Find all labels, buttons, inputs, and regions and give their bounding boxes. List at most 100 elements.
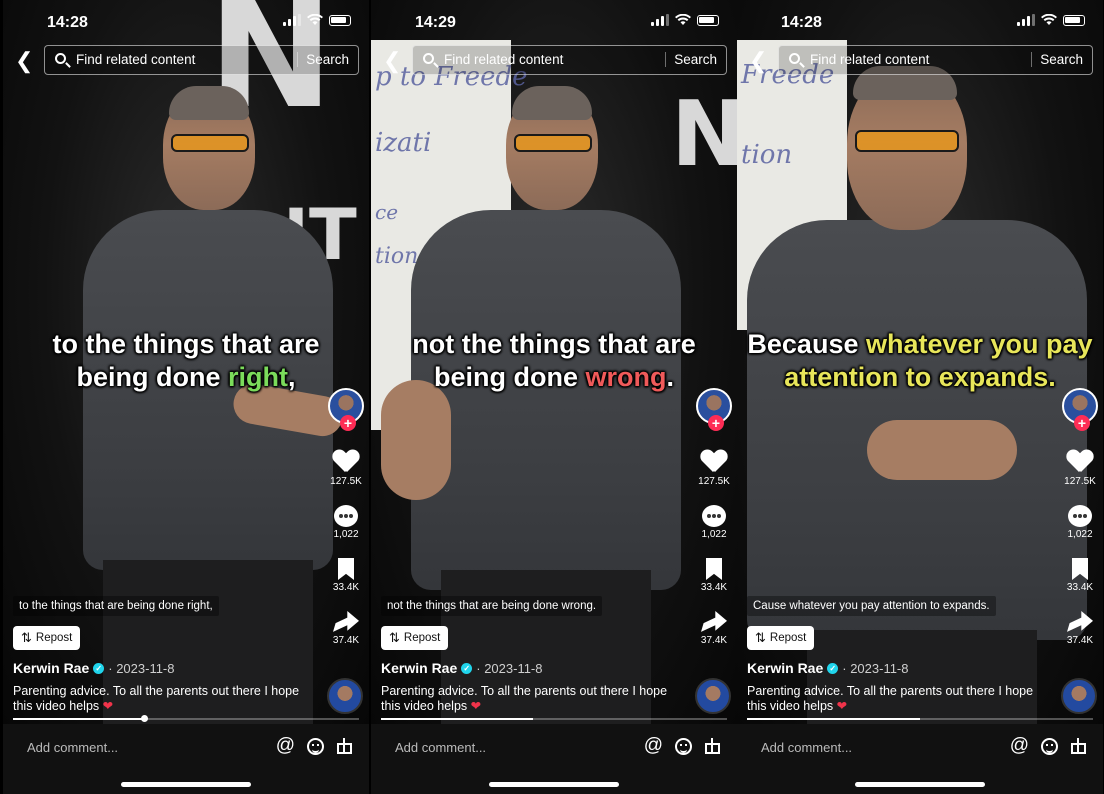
- caption-highlight: right: [227, 362, 288, 392]
- wifi-icon: [307, 14, 323, 25]
- comment-bar: Add comment... @: [737, 724, 1103, 794]
- back-chevron-left-icon[interactable]: ❮: [15, 48, 35, 74]
- heart-icon: [701, 450, 727, 474]
- emoji-icon[interactable]: [675, 737, 692, 755]
- creator-avatar[interactable]: +: [1062, 388, 1098, 431]
- gift-icon[interactable]: [1070, 738, 1087, 754]
- like-button[interactable]: 127.5K: [326, 450, 366, 487]
- author-row[interactable]: Kerwin Rae ✓ · 2023-11-8: [381, 660, 543, 676]
- sound-disc-avatar[interactable]: [327, 678, 363, 714]
- progress-fill: [747, 718, 920, 720]
- video-progress-bar[interactable]: [13, 715, 359, 722]
- repost-button[interactable]: ⇅ Repost: [13, 626, 81, 650]
- comment-input[interactable]: Add comment...: [27, 740, 118, 755]
- search-input[interactable]: Find related content: [444, 52, 563, 67]
- at-icon[interactable]: @: [1010, 735, 1029, 757]
- wifi-icon: [675, 14, 691, 25]
- share-button[interactable]: 37.4K: [1060, 611, 1100, 646]
- save-button[interactable]: 33.4K: [694, 558, 734, 593]
- post-date: · 2023-11-8: [842, 660, 909, 676]
- bookmark-icon: [706, 558, 722, 580]
- repost-icon: ⇅: [389, 630, 400, 645]
- author-row[interactable]: Kerwin Rae ✓ · 2023-11-8: [13, 660, 175, 676]
- subtitle-text: not the things that are being done wrong…: [381, 596, 603, 616]
- search-icon: [55, 53, 66, 64]
- comment-icon: [702, 505, 726, 527]
- save-button[interactable]: 33.4K: [1060, 558, 1100, 593]
- search-input[interactable]: Find related content: [810, 52, 929, 67]
- status-time: 14:28: [47, 14, 88, 31]
- home-indicator[interactable]: [121, 782, 251, 787]
- status-icons: [1017, 14, 1085, 26]
- search-bar[interactable]: Find related content Search: [778, 45, 1093, 75]
- subtitle-text: to the things that are being done right,: [13, 596, 219, 616]
- gift-icon[interactable]: [336, 738, 353, 754]
- comment-input[interactable]: Add comment...: [395, 740, 486, 755]
- author-name[interactable]: Kerwin Rae: [381, 660, 457, 676]
- comment-actions: @: [1010, 735, 1087, 757]
- status-time: 14:28: [781, 14, 822, 31]
- author-name[interactable]: Kerwin Rae: [747, 660, 823, 676]
- comment-button[interactable]: 1,022: [326, 505, 366, 540]
- save-button[interactable]: 33.4K: [326, 558, 366, 593]
- share-button[interactable]: 37.4K: [326, 611, 366, 646]
- at-icon[interactable]: @: [644, 735, 663, 757]
- verified-icon: ✓: [93, 662, 105, 674]
- bookmark-icon: [1072, 558, 1088, 580]
- search-icon: [789, 53, 800, 64]
- status-icons: [283, 14, 351, 26]
- like-button[interactable]: 127.5K: [1060, 450, 1100, 487]
- repost-button[interactable]: ⇅ Repost: [747, 626, 815, 650]
- search-button[interactable]: Search: [665, 52, 717, 67]
- progress-fill: [381, 718, 534, 720]
- follow-plus-icon[interactable]: +: [1074, 415, 1090, 431]
- comment-actions: @: [276, 735, 353, 757]
- gift-icon[interactable]: [704, 738, 721, 754]
- video-progress-bar[interactable]: [381, 718, 727, 720]
- post-description[interactable]: Parenting advice. To all the parents out…: [381, 684, 671, 714]
- heart-icon: [333, 450, 359, 474]
- comment-input[interactable]: Add comment...: [761, 740, 852, 755]
- post-description[interactable]: Parenting advice. To all the parents out…: [747, 684, 1037, 714]
- creator-avatar[interactable]: +: [328, 388, 364, 431]
- video-caption: not the things that are being done wrong…: [412, 329, 696, 392]
- search-button[interactable]: Search: [1031, 52, 1083, 67]
- at-icon[interactable]: @: [276, 735, 295, 757]
- sound-disc-avatar[interactable]: [1061, 678, 1097, 714]
- home-indicator[interactable]: [855, 782, 985, 787]
- back-chevron-left-icon[interactable]: ❮: [383, 48, 403, 74]
- home-indicator[interactable]: [489, 782, 619, 787]
- search-input[interactable]: Find related content: [76, 52, 195, 67]
- sound-disc-avatar[interactable]: [695, 678, 731, 714]
- author-row[interactable]: Kerwin Rae ✓ · 2023-11-8: [747, 660, 909, 676]
- like-button[interactable]: 127.5K: [694, 450, 734, 487]
- battery-icon: [697, 14, 719, 26]
- video-progress-bar[interactable]: [747, 718, 1093, 720]
- search-bar[interactable]: Find related content Search: [44, 45, 359, 75]
- post-description[interactable]: Parenting advice. To all the parents out…: [13, 684, 303, 714]
- video-panel-2: p to Freede izati ce tion N 14:29 ❮ Find…: [371, 0, 737, 794]
- search-bar[interactable]: Find related content Search: [412, 45, 727, 75]
- follow-plus-icon[interactable]: +: [708, 415, 724, 431]
- author-name[interactable]: Kerwin Rae: [13, 660, 89, 676]
- video-caption: Because whatever you pay attention to ex…: [747, 329, 1093, 392]
- back-chevron-left-icon[interactable]: ❮: [749, 48, 769, 74]
- post-date: · 2023-11-8: [108, 660, 175, 676]
- share-button[interactable]: 37.4K: [694, 611, 734, 646]
- post-date: · 2023-11-8: [476, 660, 543, 676]
- repost-button[interactable]: ⇅ Repost: [381, 626, 449, 650]
- action-rail: + 127.5K 1,022 33.4K 37.4K: [326, 388, 366, 646]
- signal-icon: [651, 14, 669, 26]
- emoji-icon[interactable]: [307, 737, 324, 755]
- caption-highlight: wrong: [585, 362, 667, 392]
- whiteboard-scribble: tion: [741, 140, 793, 170]
- follow-plus-icon[interactable]: +: [340, 415, 356, 431]
- status-time: 14:29: [415, 14, 456, 31]
- emoji-icon[interactable]: [1041, 737, 1058, 755]
- search-button[interactable]: Search: [297, 52, 349, 67]
- comment-button[interactable]: 1,022: [694, 505, 734, 540]
- creator-avatar[interactable]: +: [696, 388, 732, 431]
- battery-icon: [1063, 14, 1085, 26]
- comment-button[interactable]: 1,022: [1060, 505, 1100, 540]
- comment-icon: [334, 505, 358, 527]
